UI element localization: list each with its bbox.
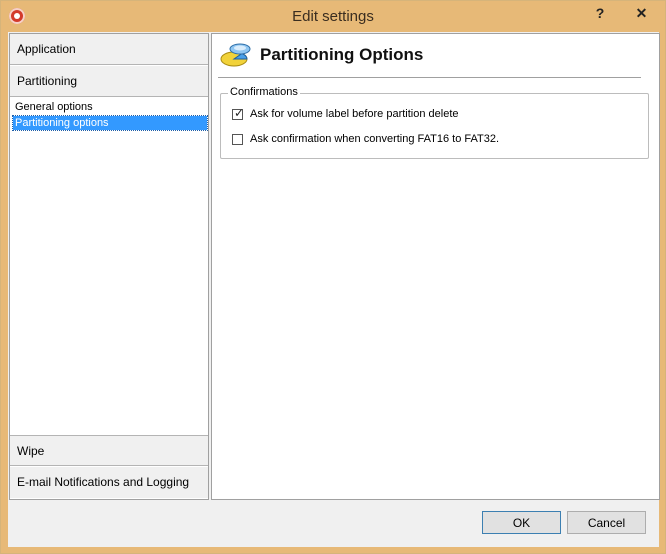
nav-section-wipe[interactable]: Wipe <box>10 435 208 466</box>
nav-section-email-logging[interactable]: E-mail Notifications and Logging <box>10 467 208 498</box>
window-title: Edit settings <box>292 8 374 25</box>
page-title: Partitioning Options <box>260 45 424 64</box>
group-legend: Confirmations <box>228 86 300 98</box>
title-separator <box>218 77 641 78</box>
checkbox[interactable] <box>232 134 243 145</box>
ok-button[interactable]: OK <box>482 511 561 534</box>
confirmations-group: Confirmations ✓ Ask for volume label bef… <box>220 86 649 159</box>
close-button[interactable]: ✕ <box>619 1 664 25</box>
title-bar[interactable]: Edit settings ? ✕ <box>1 1 665 32</box>
checkbox[interactable]: ✓ <box>232 106 245 120</box>
nav-section-application[interactable]: Application <box>10 34 208 65</box>
help-button[interactable]: ? <box>584 1 616 25</box>
settings-window: Edit settings ? ✕ Application Partitioni… <box>0 0 666 554</box>
checkbox-label[interactable]: Ask for volume label before partition de… <box>250 108 459 120</box>
cancel-button[interactable]: Cancel <box>567 511 646 534</box>
nav-item-partitioning-options[interactable]: Partitioning options <box>12 115 208 131</box>
nav-item-list: General options Partitioning options <box>10 98 208 434</box>
checkmark-icon: ✓ <box>234 106 245 120</box>
partition-disk-icon <box>220 43 251 67</box>
nav-item-general-options[interactable]: General options <box>13 100 207 114</box>
nav-section-partitioning[interactable]: Partitioning <box>10 66 208 97</box>
settings-navigation: Application Partitioning General options… <box>9 33 209 500</box>
options-panel: Partitioning Options Confirmations ✓ Ask… <box>211 33 660 500</box>
dialog-client-area: Application Partitioning General options… <box>8 32 660 547</box>
checkbox-label[interactable]: Ask confirmation when converting FAT16 t… <box>250 133 499 145</box>
